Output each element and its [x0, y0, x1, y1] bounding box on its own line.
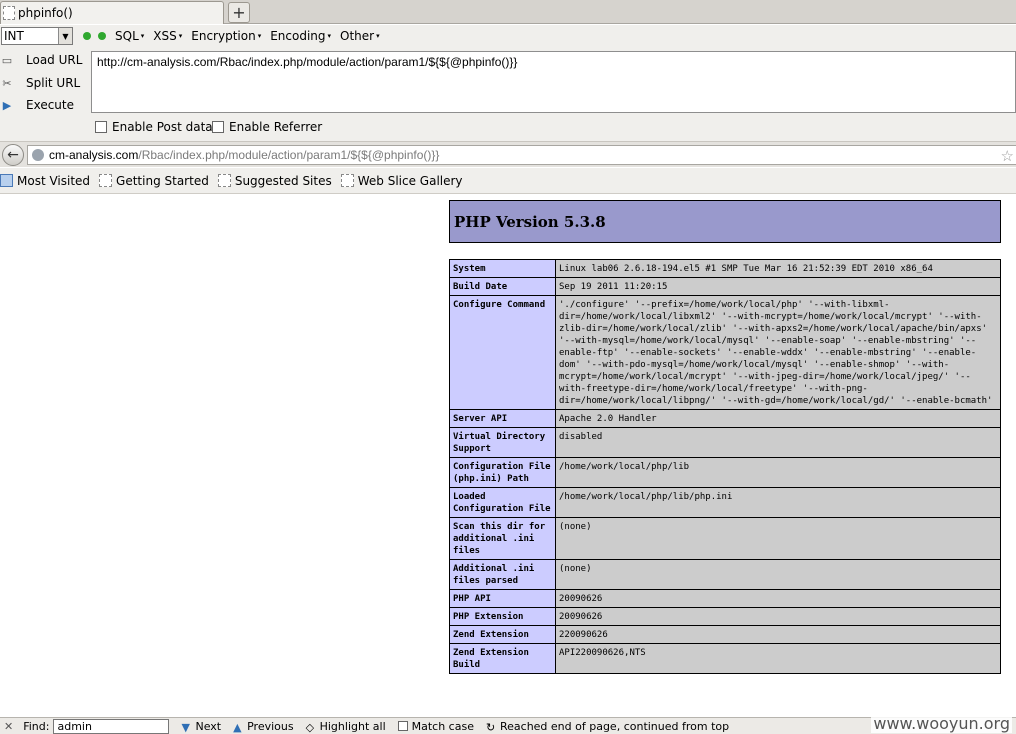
back-button[interactable]: ←: [2, 144, 24, 166]
highlight-all-button[interactable]: ◇ Highlight all: [305, 720, 386, 734]
hackbar-url-textarea[interactable]: http://cm-analysis.com/Rbac/index.php/mo…: [91, 51, 1016, 113]
int-select[interactable]: INT ▼: [1, 27, 73, 45]
match-case-checkbox[interactable]: Match case: [397, 720, 474, 733]
hackbar-toolbar: INT ▼ SQL ▾ XSS ▾ Encryption ▾ Encoding ▾ Ot…: [0, 25, 1016, 47]
caret-icon: ▾: [327, 32, 332, 40]
menu-xss[interactable]: XSS ▾: [153, 29, 182, 43]
page-icon: [3, 6, 15, 20]
new-tab-button[interactable]: +: [228, 2, 250, 23]
folder-icon: [0, 174, 13, 187]
bookmark-getting-started[interactable]: Getting Started: [99, 174, 209, 188]
checkbox-icon[interactable]: [212, 121, 224, 133]
play-icon: ▶: [2, 98, 12, 112]
table-row: PHP Extension 20090626: [449, 607, 1001, 626]
url-path: /Rbac/index.php/module/action/param1/${$…: [138, 148, 440, 162]
php-info-table: System Linux lab06 2.6.18-194.el5 #1 SMP …: [449, 259, 1001, 674]
table-row: PHP API 20090626: [449, 589, 1001, 608]
navigation-bar: ← cm-analysis.com/Rbac/index.php/module/…: [0, 141, 1016, 167]
table-row: Configuration File (php.ini) Path/home/w…: [449, 457, 1001, 488]
find-bar: ✕ Find: admin ▼ Next ▲ Previous ◇ Highli…: [0, 717, 1016, 734]
bookmark-suggested-sites[interactable]: Suggested Sites: [217, 174, 332, 188]
scissors-icon: ✂: [2, 76, 12, 90]
close-icon[interactable]: ✕: [4, 720, 13, 733]
back-arrow-icon: ←: [7, 147, 19, 163]
load-url-icon: ▭: [1, 53, 13, 67]
enable-referrer-checkbox[interactable]: Enable Referrer: [212, 120, 322, 134]
page-content: PHP Version 5.3.8 System Linux lab06 2.6.…: [0, 195, 1016, 717]
highlight-icon: ◇: [305, 721, 315, 734]
find-status: ↻ Reached end of page, continued from to…: [485, 719, 730, 734]
minus-icon[interactable]: [83, 32, 91, 40]
chevron-down-icon[interactable]: ▼: [58, 28, 72, 44]
tab-title: phpinfo(): [18, 6, 73, 20]
hackbar-panel: ▭ Load URL ✂ Split URL ▶ Execute http://…: [0, 47, 1016, 141]
find-previous-button[interactable]: ▲ Previous: [233, 720, 294, 734]
page-icon: [99, 174, 113, 187]
table-row: Additional .ini files parsed (none): [449, 559, 1001, 590]
table-row: Loaded Configuration File/home/work/loca…: [449, 487, 1001, 518]
php-version-header: PHP Version 5.3.8: [449, 200, 1001, 243]
bookmark-most-visited[interactable]: Most Visited: [0, 174, 90, 188]
plus-icon[interactable]: [98, 32, 106, 40]
table-row: Zend Extension Build API220090626,NTS: [449, 643, 1001, 674]
load-url-button[interactable]: ▭ Load URL: [0, 49, 83, 71]
bookmarks-bar: Most Visited Getting Started Suggested S…: [0, 168, 1016, 194]
page-icon: [217, 174, 231, 187]
globe-icon: [32, 149, 44, 161]
caret-icon: ▾: [376, 32, 380, 40]
caret-icon: ▾: [140, 32, 145, 40]
checkbox-icon[interactable]: [95, 121, 107, 133]
watermark-text: www.wooyun.org: [871, 714, 1012, 733]
menu-encryption[interactable]: Encryption ▾: [191, 29, 261, 43]
caret-icon: ▾: [178, 32, 183, 40]
table-row: Scan this dir for additional .ini files(…: [449, 517, 1001, 560]
find-next-button[interactable]: ▼ Next: [181, 720, 221, 734]
table-row: Server API Apache 2.0 Handler: [449, 409, 1001, 428]
tab-strip: phpinfo() +: [0, 0, 1016, 24]
address-bar[interactable]: cm-analysis.com/Rbac/index.php/module/ac…: [27, 145, 1016, 165]
tab-phpinfo[interactable]: phpinfo(): [0, 1, 224, 24]
menu-sql[interactable]: SQL ▾: [115, 29, 144, 43]
enable-post-checkbox[interactable]: Enable Post data: [95, 120, 213, 134]
arrow-up-icon: ▲: [233, 721, 242, 734]
arrow-down-icon: ▼: [181, 721, 190, 734]
table-row: Build Date Sep 19 2011 11:20:15: [449, 277, 1001, 296]
menu-other[interactable]: Other ▾: [340, 29, 380, 43]
checkbox-icon[interactable]: [397, 721, 408, 731]
int-select-value: INT: [4, 29, 24, 43]
find-input[interactable]: admin: [53, 718, 170, 734]
star-icon[interactable]: ☆: [1001, 147, 1014, 165]
split-url-button[interactable]: ✂ Split URL: [0, 72, 80, 94]
info-icon: ↻: [485, 721, 496, 734]
page-icon: [340, 174, 354, 187]
table-row: Configure Command './configure' '--prefix…: [449, 295, 1001, 410]
table-row: Zend Extension 220090626: [449, 625, 1001, 644]
caret-icon: ▾: [257, 32, 262, 40]
bookmark-web-slice-gallery[interactable]: Web Slice Gallery: [340, 174, 463, 188]
execute-button[interactable]: ▶ Execute: [0, 94, 74, 116]
menu-encoding[interactable]: Encoding ▾: [270, 29, 331, 43]
url-host: cm-analysis.com: [49, 148, 139, 162]
find-label: Find:: [23, 719, 50, 733]
table-row: System Linux lab06 2.6.18-194.el5 #1 SMP …: [449, 259, 1001, 278]
table-row: Virtual Directory Support disabled: [449, 427, 1001, 458]
